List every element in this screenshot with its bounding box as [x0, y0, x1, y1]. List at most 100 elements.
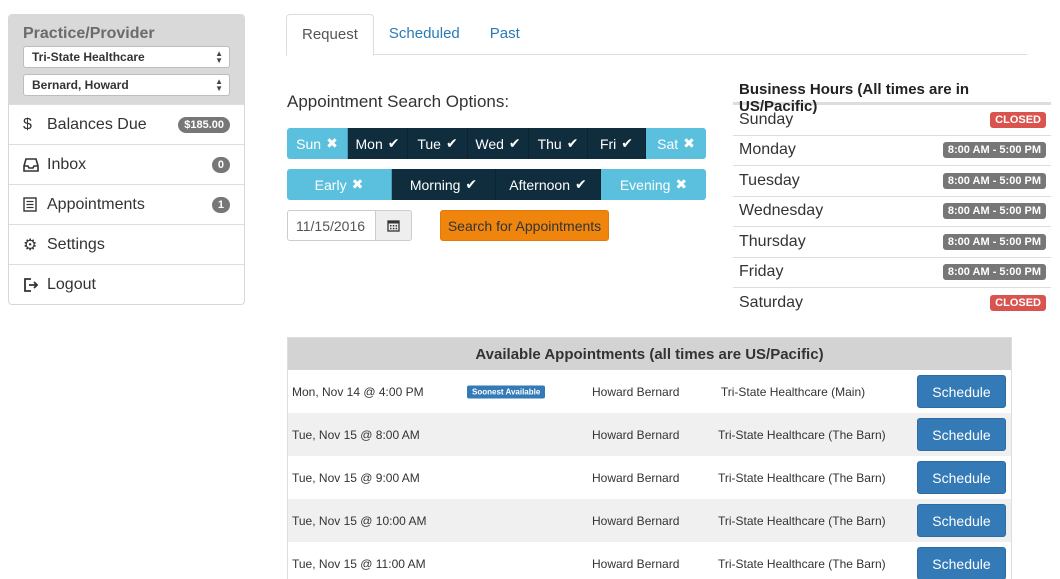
select-arrows-icon: ▲ ▼ — [215, 77, 223, 93]
appointment-datetime: Tue, Nov 15 @ 8:00 AM — [292, 427, 420, 442]
day-toggle-fri[interactable]: Fri ✔ — [588, 128, 646, 159]
time-toggle-afternoon[interactable]: Afternoon ✔ — [496, 169, 601, 200]
gear-icon: ⚙ — [23, 236, 38, 254]
day-label: Mon — [355, 135, 383, 152]
tab-past[interactable]: Past — [475, 14, 535, 55]
hours-row-wednesday: Wednesday 8:00 AM - 5:00 PM — [733, 195, 1051, 227]
appointment-provider: Howard Bernard — [592, 513, 680, 528]
soonest-available-badge: Soonest Available — [467, 385, 546, 398]
practice-provider-title: Practice/Provider — [23, 25, 155, 42]
hours-day: Tuesday — [739, 171, 800, 189]
inbox-count-badge: 0 — [211, 156, 230, 173]
sidebar-item-appointments[interactable]: Appointments 1 — [9, 184, 244, 224]
appointment-provider: Howard Bernard — [592, 556, 680, 571]
appointment-location: Tri-State Healthcare (The Barn) — [718, 427, 886, 442]
schedule-button[interactable]: Schedule — [917, 547, 1006, 579]
appointment-datetime: Tue, Nov 15 @ 11:00 AM — [292, 556, 426, 571]
sidebar-item-logout[interactable]: Logout — [9, 264, 244, 304]
practice-select[interactable]: Tri-State Healthcare ▲ ▼ — [23, 46, 230, 68]
sidebar-item-label: Balances Due — [47, 115, 147, 133]
day-toggle-sat[interactable]: Sat ✖ — [646, 128, 706, 159]
sidebar: Practice/Provider Tri-State Healthcare ▲… — [8, 14, 245, 305]
calendar-button[interactable] — [376, 210, 412, 241]
day-toggle-thu[interactable]: Thu ✔ — [529, 128, 588, 159]
business-hours-title: Business Hours (All times are in US/Paci… — [733, 78, 1051, 115]
time-label: Morning — [409, 176, 461, 193]
schedule-button[interactable]: Schedule — [917, 418, 1006, 451]
check-icon: ✔ — [574, 176, 587, 192]
search-options-heading: Appointment Search Options: — [287, 92, 510, 111]
dollar-icon: $ — [23, 115, 32, 133]
sidebar-item-label: Settings — [47, 235, 105, 253]
x-icon: ✖ — [326, 135, 338, 151]
sidebar-item-balances-due[interactable]: $ Balances Due $185.00 — [9, 104, 244, 144]
tab-scheduled[interactable]: Scheduled — [374, 14, 475, 55]
appointment-location: Tri-State Healthcare (The Barn) — [718, 470, 886, 485]
time-toggle-group: Early ✖ Morning ✔ Afternoon ✔ Evening ✖ — [287, 169, 706, 200]
appointment-datetime: Mon, Nov 14 @ 4:00 PM — [292, 384, 424, 399]
sidebar-item-settings[interactable]: ⚙ Settings — [9, 224, 244, 264]
hours-row-tuesday: Tuesday 8:00 AM - 5:00 PM — [733, 165, 1051, 196]
appointment-datetime: Tue, Nov 15 @ 9:00 AM — [292, 470, 420, 485]
time-label: Evening — [619, 176, 671, 193]
hours-badge: 8:00 AM - 5:00 PM — [942, 142, 1046, 159]
time-label: Afternoon — [509, 176, 570, 193]
sidebar-item-label: Appointments — [47, 195, 145, 213]
table-row: Tue, Nov 15 @ 9:00 AM Howard Bernard Tri… — [288, 456, 1011, 499]
hours-badge: 8:00 AM - 5:00 PM — [942, 203, 1046, 220]
calendar-icon — [387, 220, 400, 232]
hours-day: Saturday — [739, 293, 804, 311]
day-label: Fri — [599, 135, 617, 152]
day-toggle-group: Sun ✖ Mon ✔ Tue ✔ Wed ✔ Thu ✔ Fri ✔ Sat ✖ — [287, 128, 706, 159]
appointment-tabs: Request Scheduled Past — [286, 14, 1027, 56]
day-toggle-tue[interactable]: Tue ✔ — [408, 128, 468, 159]
x-icon: ✖ — [351, 176, 364, 192]
search-appointments-button[interactable]: Search for Appointments — [440, 210, 609, 241]
schedule-button[interactable]: Schedule — [917, 504, 1006, 537]
day-toggle-mon[interactable]: Mon ✔ — [348, 128, 408, 159]
x-icon: ✖ — [675, 176, 688, 192]
time-toggle-morning[interactable]: Morning ✔ — [392, 169, 496, 200]
closed-badge: CLOSED — [990, 111, 1046, 128]
provider-select[interactable]: Bernard, Howard ▲ ▼ — [23, 74, 230, 96]
list-icon — [23, 197, 47, 212]
hours-day: Thursday — [739, 232, 806, 250]
table-row: Mon, Nov 14 @ 4:00 PM Soonest Available … — [288, 370, 1011, 413]
available-appointments-title: Available Appointments (all times are US… — [288, 338, 1011, 370]
date-input[interactable]: 11/15/2016 — [287, 210, 376, 241]
day-label: Sun — [296, 135, 322, 152]
day-label: Sat — [657, 135, 679, 152]
day-label: Wed — [475, 135, 504, 152]
appointment-location: Tri-State Healthcare (Main) — [720, 384, 866, 399]
time-toggle-early[interactable]: Early ✖ — [287, 169, 392, 200]
day-label: Tue — [417, 135, 441, 152]
sidebar-item-label: Inbox — [47, 155, 87, 173]
day-toggle-sun[interactable]: Sun ✖ — [287, 128, 348, 159]
hours-day: Friday — [739, 263, 784, 281]
x-icon: ✖ — [683, 135, 695, 151]
sidebar-item-label: Logout — [47, 275, 96, 293]
check-icon: ✔ — [566, 135, 579, 151]
provider-select-value: Bernard, Howard — [32, 78, 129, 92]
table-row: Tue, Nov 15 @ 10:00 AM Howard Bernard Tr… — [288, 499, 1011, 542]
tab-request[interactable]: Request — [286, 14, 374, 56]
schedule-button[interactable]: Schedule — [917, 461, 1006, 494]
time-toggle-evening[interactable]: Evening ✖ — [601, 169, 706, 200]
hours-badge: 8:00 AM - 5:00 PM — [942, 233, 1046, 250]
check-icon: ✔ — [465, 176, 478, 192]
available-appointments-table: Available Appointments (all times are US… — [287, 337, 1012, 579]
day-toggle-wed[interactable]: Wed ✔ — [468, 128, 529, 159]
hours-day: Wednesday — [739, 202, 824, 220]
practice-select-value: Tri-State Healthcare — [32, 50, 145, 64]
sidebar-item-inbox[interactable]: Inbox 0 — [9, 144, 244, 184]
hours-row-monday: Monday 8:00 AM - 5:00 PM — [733, 134, 1051, 166]
hours-row-saturday: Saturday CLOSED — [733, 287, 1051, 318]
logout-icon — [23, 277, 47, 292]
check-icon: ✔ — [508, 135, 521, 151]
appointments-count-badge: 1 — [211, 196, 230, 213]
hours-row-thursday: Thursday 8:00 AM - 5:00 PM — [733, 226, 1051, 257]
check-icon: ✔ — [445, 135, 458, 151]
schedule-button[interactable]: Schedule — [917, 375, 1006, 408]
hours-badge: 8:00 AM - 5:00 PM — [942, 264, 1046, 281]
balance-badge: $185.00 — [178, 116, 230, 133]
